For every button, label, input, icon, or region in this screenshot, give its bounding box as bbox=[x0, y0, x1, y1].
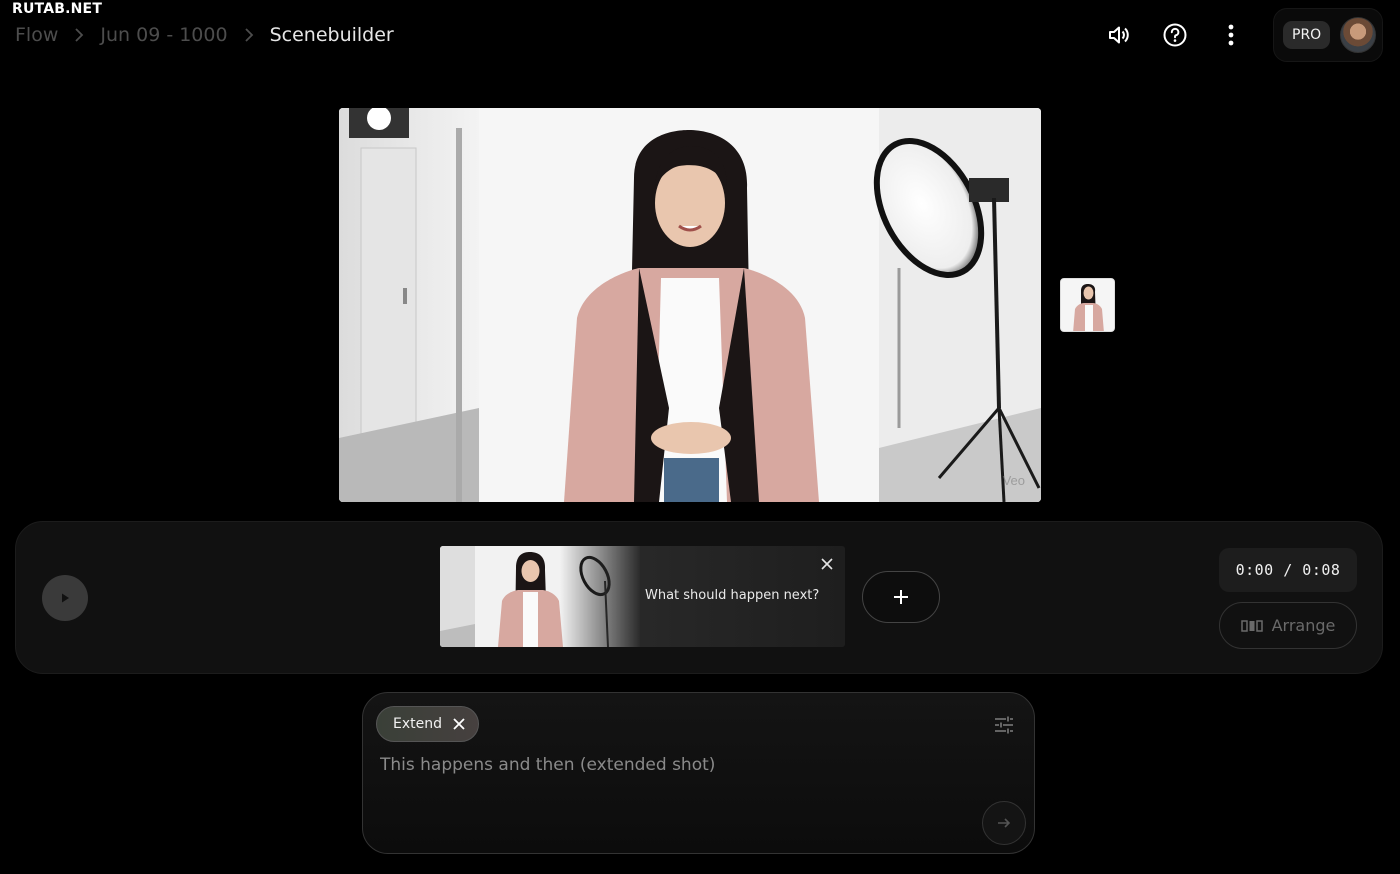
plus-icon bbox=[894, 590, 908, 604]
prompt-input[interactable] bbox=[380, 755, 970, 775]
time-readout: 0:00 / 0:08 bbox=[1219, 548, 1357, 592]
breadcrumb-project[interactable]: Jun 09 - 1000 bbox=[100, 24, 227, 46]
video-frame-image bbox=[339, 108, 1041, 502]
veo-watermark: Veo bbox=[1002, 473, 1025, 488]
volume-icon bbox=[1109, 26, 1129, 44]
clip-thumbnail-image bbox=[440, 546, 640, 647]
volume-button[interactable] bbox=[1100, 18, 1138, 52]
help-icon bbox=[1163, 23, 1187, 47]
breadcrumb: Flow Jun 09 - 1000 Scenebuilder bbox=[15, 22, 394, 48]
prompt-composer: Extend bbox=[362, 692, 1035, 854]
extend-chip-label: Extend bbox=[393, 716, 442, 732]
site-watermark: RUTAB.NET bbox=[12, 1, 103, 17]
extend-chip[interactable]: Extend bbox=[376, 706, 479, 742]
avatar[interactable] bbox=[1340, 17, 1377, 53]
help-button[interactable] bbox=[1156, 18, 1194, 52]
video-preview[interactable]: Veo bbox=[339, 108, 1041, 502]
tune-icon bbox=[995, 716, 1013, 734]
send-button[interactable] bbox=[982, 801, 1026, 845]
clip-prompt-text: What should happen next? bbox=[645, 588, 820, 603]
breadcrumb-flow[interactable]: Flow bbox=[15, 24, 58, 46]
header-actions bbox=[1100, 18, 1250, 52]
clip-close-button[interactable] bbox=[819, 556, 835, 572]
pro-badge: PRO bbox=[1283, 21, 1331, 49]
arrange-button[interactable]: Arrange bbox=[1219, 602, 1357, 649]
settings-button[interactable] bbox=[992, 713, 1016, 737]
play-icon bbox=[62, 593, 69, 603]
thumbnail-image bbox=[1061, 279, 1114, 331]
more-options-button[interactable] bbox=[1212, 18, 1250, 52]
more-vert-icon bbox=[1228, 24, 1234, 46]
timeline-panel: What should happen next? 0:00 / 0:08 Arr… bbox=[15, 521, 1383, 674]
clip-thumbnail[interactable] bbox=[1060, 278, 1115, 332]
arrow-right-icon bbox=[998, 818, 1011, 828]
timeline-clip[interactable]: What should happen next? bbox=[440, 546, 845, 647]
chevron-right-icon bbox=[74, 28, 84, 42]
chevron-right-icon bbox=[244, 28, 254, 42]
arrange-icon bbox=[1240, 619, 1263, 632]
play-button[interactable] bbox=[42, 575, 88, 621]
breadcrumb-current: Scenebuilder bbox=[269, 24, 394, 46]
arrange-label: Arrange bbox=[1271, 616, 1336, 635]
close-icon bbox=[453, 718, 465, 730]
extend-chip-remove-button[interactable] bbox=[452, 717, 466, 731]
close-icon bbox=[821, 558, 833, 570]
add-clip-button[interactable] bbox=[862, 571, 940, 623]
account-menu[interactable]: PRO bbox=[1273, 8, 1383, 62]
